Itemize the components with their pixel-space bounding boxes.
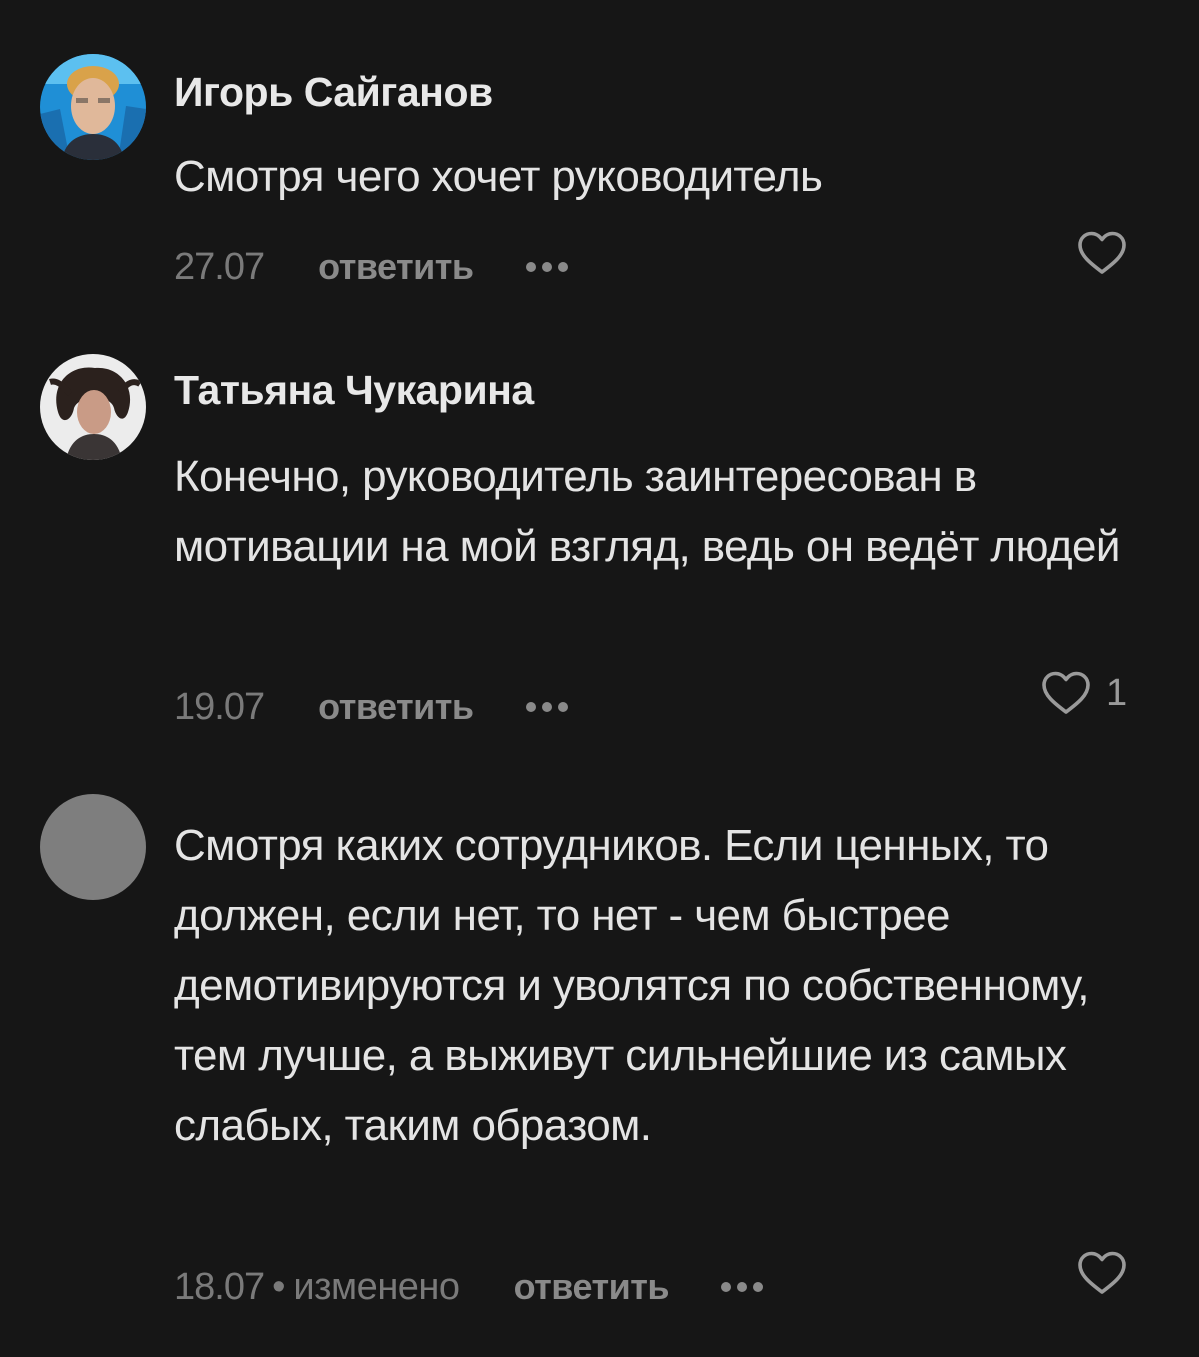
reply-button[interactable]: ответить: [318, 246, 474, 288]
heart-outline-icon: [1078, 1251, 1126, 1294]
placeholder-avatar: [40, 794, 146, 900]
user-photo-avatar: [40, 54, 146, 160]
more-dots-icon[interactable]: [525, 702, 568, 712]
comment-text: Конечно, руководитель заинтересован в мо…: [174, 452, 1120, 571]
more-dots-icon[interactable]: [721, 1282, 764, 1292]
like-button[interactable]: [1076, 1250, 1128, 1296]
comment-meta: 19.07 ответить: [174, 682, 568, 732]
comment-meta: 27.07 ответить: [174, 242, 568, 292]
avatar[interactable]: [40, 354, 146, 460]
comment-date: 19.07: [174, 685, 265, 728]
comment-text: Смотря чего хочет руководитель: [174, 152, 823, 201]
like-button[interactable]: 1: [1040, 670, 1127, 716]
meta-separator: •: [272, 1265, 286, 1308]
comment-date: 27.07: [174, 245, 265, 288]
comment-author[interactable]: Татьяна Чукарина: [174, 367, 534, 414]
reply-button[interactable]: ответить: [318, 686, 474, 728]
heart-outline-icon: [1078, 231, 1126, 274]
edited-label: изменено: [293, 1265, 460, 1308]
heart-outline-icon: [1042, 671, 1090, 714]
comment-meta: 18.07 • изменено ответить: [174, 1262, 764, 1312]
more-dots-icon[interactable]: [525, 262, 568, 272]
user-photo-avatar: [40, 354, 146, 460]
comment-author[interactable]: Игорь Сайганов: [174, 69, 493, 116]
avatar[interactable]: [40, 54, 146, 160]
reply-button[interactable]: ответить: [514, 1266, 670, 1308]
like-button[interactable]: [1076, 230, 1128, 276]
like-count: 1: [1106, 671, 1128, 714]
comment-text: Смотря каких сотрудников. Если ценных, т…: [174, 821, 1089, 1150]
avatar[interactable]: [40, 794, 146, 900]
comment-date: 18.07: [174, 1265, 265, 1308]
